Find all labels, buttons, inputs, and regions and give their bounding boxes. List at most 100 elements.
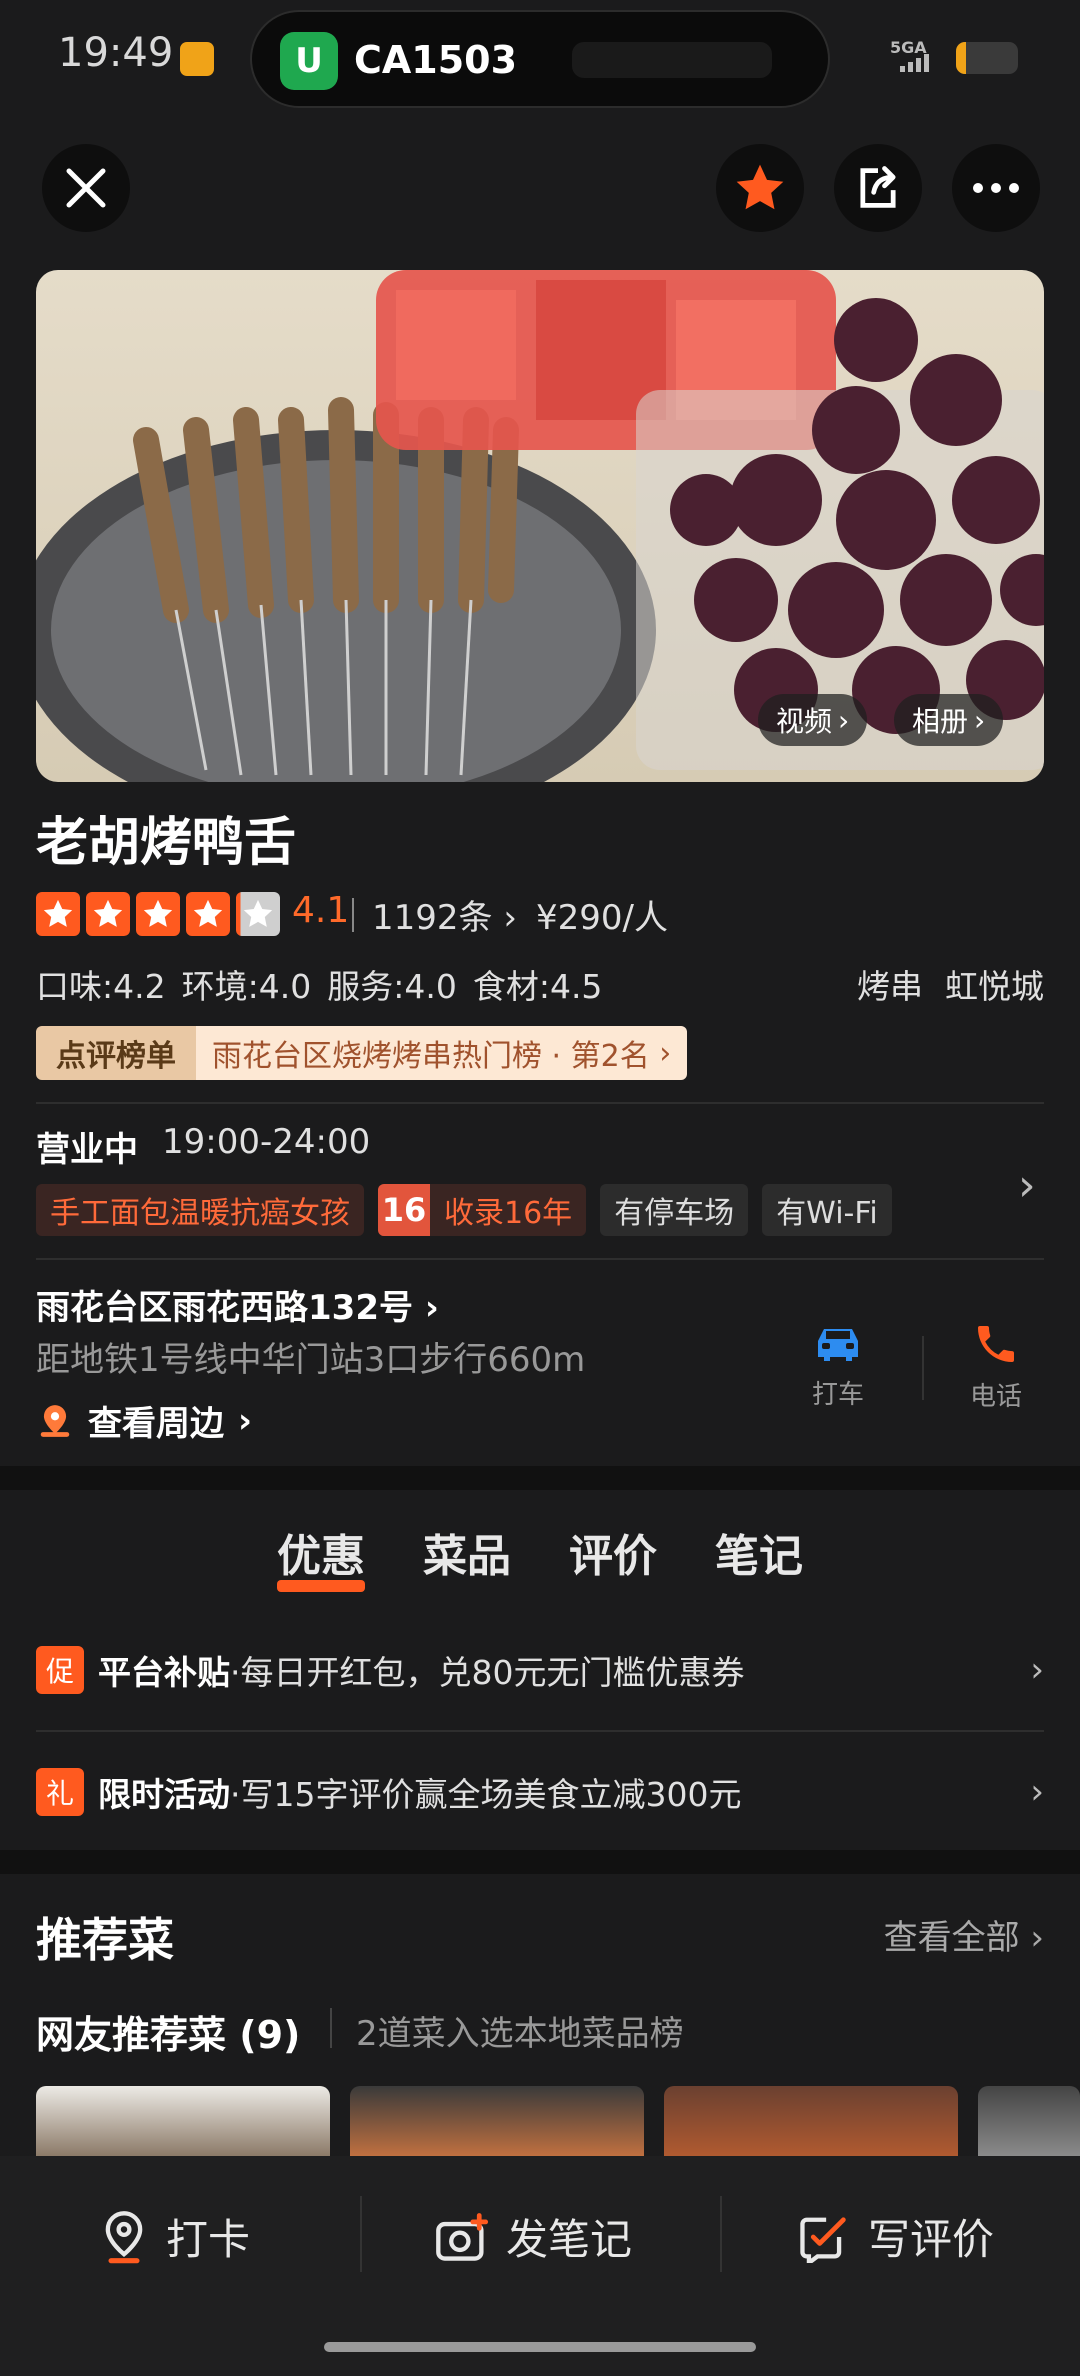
post-note-label: 发笔记 bbox=[506, 2215, 633, 2264]
divider bbox=[36, 1730, 1044, 1732]
dynamic-island[interactable]: U CA1503 bbox=[250, 10, 830, 108]
share-icon bbox=[860, 166, 896, 208]
taxi-button[interactable]: 打车 bbox=[810, 1320, 866, 1411]
notification-icon bbox=[180, 42, 214, 76]
open-hours: 19:00-24:00 bbox=[162, 1122, 371, 1162]
promo-text: ·每日开红包，兑80元无门槛优惠券 bbox=[230, 1653, 745, 1692]
dish-thumbnail[interactable] bbox=[36, 2086, 330, 2156]
years-text: 收录16年 bbox=[444, 1196, 573, 1231]
subway-distance: 距地铁1号线中华门站3口步行660m bbox=[36, 1340, 586, 1380]
nearby-label: 查看周边 bbox=[88, 1404, 224, 1444]
wifi-tag: 有Wi-Fi bbox=[762, 1184, 892, 1236]
ranking-banner[interactable]: 点评榜单 雨花台区烧烤烤串热门榜 · 第2名 › bbox=[36, 1026, 688, 1080]
promo-icon: 礼 bbox=[36, 1768, 84, 1816]
shop-tags[interactable]: 手工面包温暖抗癌女孩 16 收录16年 有停车场 有Wi-Fi bbox=[36, 1184, 892, 1236]
album-label: 相册 bbox=[912, 705, 969, 738]
bottom-action-bar: 打卡 发笔记 写评价 bbox=[0, 2156, 1080, 2376]
dish-thumbnail[interactable] bbox=[350, 2086, 644, 2156]
divider bbox=[360, 2196, 362, 2272]
ranking-text: 雨花台区烧烤烤串热门榜 · 第2名 › bbox=[196, 1026, 688, 1080]
years-tag: 16 收录16年 bbox=[378, 1184, 587, 1236]
divider bbox=[922, 1336, 924, 1400]
review-count-link[interactable]: 1192条 › bbox=[372, 890, 517, 939]
checkin-button[interactable]: 打卡 bbox=[98, 2206, 250, 2267]
edit-review-icon bbox=[800, 2216, 846, 2263]
chevron-right-icon: › bbox=[838, 703, 850, 737]
more-icon bbox=[973, 183, 1019, 193]
divider bbox=[352, 898, 354, 932]
promo-title: 限时活动 bbox=[98, 1775, 230, 1814]
status-time: 19:49 bbox=[58, 30, 174, 76]
chevron-right-icon: › bbox=[1030, 1772, 1044, 1812]
dish-thumbnail[interactable] bbox=[978, 2086, 1080, 2156]
recommend-subtitle: 网友推荐菜 (9) bbox=[36, 2013, 301, 2057]
battery-icon bbox=[956, 42, 1018, 74]
album-button[interactable]: 相册 › bbox=[894, 694, 1004, 746]
chevron-right-icon: › bbox=[424, 1288, 439, 1328]
area-label[interactable]: 虹悦城 bbox=[945, 960, 1044, 1008]
shop-name: 老胡烤鸭舌 bbox=[36, 813, 297, 873]
favorite-button[interactable] bbox=[716, 144, 804, 232]
tab-deals[interactable]: 优惠 bbox=[277, 1520, 365, 1592]
score-service: 服务:4.0 bbox=[327, 967, 457, 1006]
location-pin-icon bbox=[105, 2210, 143, 2263]
price-per-person: ¥290/人 bbox=[536, 898, 668, 938]
score-taste: 口味:4.2 bbox=[36, 967, 166, 1006]
tab-notes[interactable]: 笔记 bbox=[715, 1520, 803, 1592]
share-button[interactable] bbox=[834, 144, 922, 232]
chevron-right-icon: › bbox=[503, 898, 517, 938]
recommend-subtitle-2: 2道菜入选本地菜品榜 bbox=[356, 2014, 684, 2054]
promo-subsidy[interactable]: 促 平台补贴·每日开红包，兑80元无门槛优惠券 › bbox=[36, 1640, 1044, 1700]
chevron-right-icon: › bbox=[1030, 1918, 1044, 1958]
phone-button[interactable]: 电话 bbox=[970, 1320, 1022, 1413]
chevron-right-icon: › bbox=[238, 1400, 253, 1441]
video-label: 视频 bbox=[776, 705, 833, 738]
location-pin-icon bbox=[40, 1404, 70, 1437]
promo-title: 平台补贴 bbox=[98, 1653, 230, 1692]
recommend-title: 推荐菜 bbox=[36, 1913, 174, 1967]
write-review-button[interactable]: 写评价 bbox=[796, 2206, 994, 2267]
promo-text: ·写15字评价赢全场美食立减300元 bbox=[230, 1775, 742, 1814]
promo-icon: 促 bbox=[36, 1646, 84, 1694]
divider bbox=[36, 1258, 1044, 1260]
promo-event[interactable]: 礼 限时活动·写15字评价赢全场美食立减300元 › bbox=[36, 1762, 1044, 1822]
dish-thumbnail[interactable] bbox=[664, 2086, 958, 2156]
tab-dishes[interactable]: 菜品 bbox=[423, 1520, 511, 1592]
chevron-right-icon: › bbox=[649, 1035, 672, 1071]
shop-categories: 烤串 虹悦城 bbox=[857, 960, 1044, 1008]
camera-plus-icon bbox=[436, 2212, 489, 2261]
open-status: 营业中 bbox=[36, 1130, 138, 1170]
write-review-label: 写评价 bbox=[868, 2215, 995, 2264]
parking-tag: 有停车场 bbox=[600, 1184, 749, 1236]
video-button[interactable]: 视频 › bbox=[758, 694, 868, 746]
flight-number: CA1503 bbox=[354, 38, 518, 82]
address-link[interactable]: 雨花台区雨花西路132号 › bbox=[36, 1280, 439, 1329]
nearby-link[interactable]: 查看周边 › bbox=[36, 1396, 252, 1445]
see-all-link[interactable]: 查看全部 › bbox=[884, 1910, 1044, 1959]
phone-label: 电话 bbox=[970, 1382, 1023, 1412]
close-button[interactable] bbox=[42, 144, 130, 232]
post-note-button[interactable]: 发笔记 bbox=[434, 2206, 632, 2267]
star-icon bbox=[86, 892, 130, 936]
divider bbox=[330, 2008, 332, 2048]
chevron-right-icon[interactable]: › bbox=[1018, 1160, 1036, 1211]
tab-reviews[interactable]: 评价 bbox=[569, 1520, 657, 1592]
signal-icon bbox=[900, 54, 929, 72]
review-count: 1192条 bbox=[372, 898, 493, 938]
star-rating bbox=[36, 892, 280, 936]
flight-app-icon: U bbox=[280, 32, 338, 90]
charity-tag: 手工面包温暖抗癌女孩 bbox=[36, 1184, 364, 1236]
score-ingredients: 食材:4.5 bbox=[472, 967, 603, 1006]
shop-photo[interactable]: 视频 › 相册 › bbox=[36, 270, 1044, 782]
home-indicator[interactable] bbox=[324, 2342, 756, 2352]
ranking-tag: 点评榜单 bbox=[36, 1026, 196, 1080]
category-label[interactable]: 烤串 bbox=[857, 960, 923, 1008]
chevron-right-icon: › bbox=[974, 703, 986, 737]
divider bbox=[36, 1102, 1044, 1104]
taxi-label: 打车 bbox=[811, 1380, 864, 1410]
chevron-right-icon: › bbox=[1030, 1650, 1044, 1690]
score-environment: 环境:4.0 bbox=[181, 967, 312, 1006]
see-all-label: 查看全部 bbox=[883, 1918, 1020, 1958]
checkin-label: 打卡 bbox=[166, 2215, 251, 2264]
more-button[interactable] bbox=[952, 144, 1040, 232]
